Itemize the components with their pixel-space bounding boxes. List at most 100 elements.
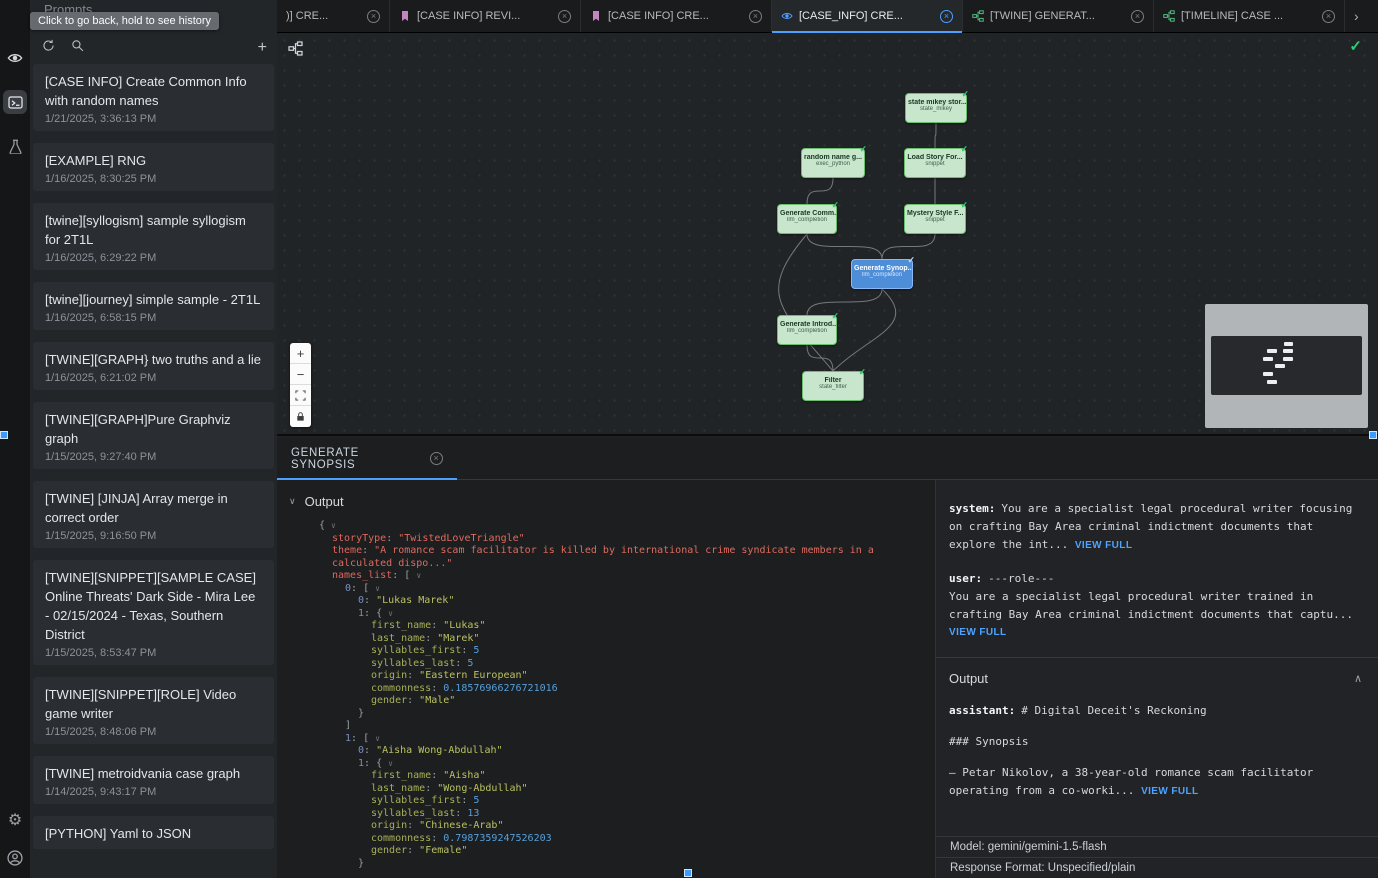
prompt-list-item[interactable]: [EXAMPLE] RNG1/16/2025, 8:30:25 PM [33,143,274,191]
output-section-header[interactable]: ∨ Output [289,494,935,509]
view-full-link[interactable]: VIEW FULL [1141,786,1198,797]
node-title: Filter [803,377,863,384]
prompt-list-item[interactable]: [CASE INFO] Create Common Info with rand… [33,64,274,131]
tab-close-icon[interactable]: × [367,10,380,23]
collapse-toggle-icon[interactable]: ∨ [331,521,336,530]
json-tree: { ∨storyType: "TwistedLoveTriangle"theme… [289,520,935,870]
json-token: { [376,608,388,619]
node-filter[interactable]: Filterstate_filter✓ [802,371,864,401]
eye-icon [7,50,23,66]
edge-generate_synopsis-to-generate_introduction [807,289,882,315]
flag-icon [590,10,602,22]
collapse-toggle-icon[interactable]: ∨ [388,759,393,768]
node-load_story[interactable]: Load Story For...snippet✓ [904,148,966,178]
node-random_name[interactable]: random name g...exec_python✓ [801,148,865,178]
fit-view-button[interactable] [290,385,311,406]
tab-close-icon[interactable]: × [1131,10,1144,23]
beaker-icon[interactable] [3,134,27,158]
json-line: ] [319,720,917,733]
view-full-link[interactable]: VIEW FULL [949,624,1362,642]
node-subtitle: llm_completion [778,328,836,334]
lock-toggle-button[interactable] [290,406,311,427]
splitter-handle-left[interactable] [0,431,8,439]
collapse-toggle-icon[interactable]: ∨ [375,584,380,593]
prompt-list-item[interactable]: [TWINE][SNIPPET][ROLE] Video game writer… [33,677,274,744]
node-state_mikey[interactable]: state mikey stor...state_mikey✓ [905,93,967,123]
prompt-list-item[interactable]: [TWINE] metroidvania case graph1/14/2025… [33,756,274,804]
zoom-out-button[interactable]: − [290,364,311,385]
prompt-list-item[interactable]: [twine][syllogism] sample syllogism for … [33,203,274,270]
node-status-check-icon: ✓ [831,200,839,211]
tab-close-icon[interactable]: × [1322,10,1335,23]
json-token: 5 [473,645,479,656]
tab-close-icon[interactable]: × [940,10,953,23]
json-line: first_name: "Lukas" [319,620,917,633]
prompt-list-item[interactable]: [TWINE][SNIPPET][SAMPLE CASE] Online Thr… [33,560,274,665]
prompt-title: [TWINE] [JINJA] Array merge in correct o… [45,489,262,527]
view-full-link[interactable]: VIEW FULL [1075,540,1132,551]
refresh-icon[interactable] [42,39,55,57]
account-avatar-icon[interactable] [3,846,27,870]
close-icon[interactable]: × [430,452,443,465]
tab-generate-synopsis[interactable]: GENERATE SYNOPSIS × [277,438,457,479]
tab-close-icon[interactable]: × [749,10,762,23]
eye-icon[interactable] [3,46,27,70]
json-line: } [319,858,917,871]
json-output-pane: ∨ Output { ∨storyType: "TwistedLoveTrian… [277,480,935,878]
editor-tab-1[interactable]: )] CRE...× [277,0,390,32]
editor-tab-6[interactable]: [TIMELINE] CASE ...× [1154,0,1345,32]
node-status-check-icon: ✓ [831,311,839,322]
prompts-panel-icon[interactable] [3,90,27,114]
splitter-handle-right[interactable] [1369,431,1377,439]
prompt-list-item[interactable]: [twine][journey] simple sample - 2T1L1/1… [33,282,274,330]
json-line: gender: "Female" [319,845,917,858]
settings-gear-icon[interactable]: ⚙ [3,808,27,832]
json-token: : [455,808,467,819]
minimap[interactable] [1205,304,1368,428]
search-icon[interactable] [71,39,84,57]
prompt-list-item[interactable]: [TWINE][GRAPH} two truths and a lie1/16/… [33,342,274,390]
json-token: [ [363,733,375,744]
json-line: commonness: 0.7987359247526203 [319,833,917,846]
json-token: : [351,583,363,594]
json-token: "A romance scam facilitator is killed by… [332,545,880,569]
workflow-layout-icon[interactable] [288,41,303,61]
tab-label: [CASE INFO] CRE... [608,10,743,22]
prompt-list-item[interactable]: [TWINE][GRAPH]Pure Graphviz graph1/15/20… [33,402,274,469]
add-prompt-button[interactable]: + [258,40,267,56]
editor-tab-3[interactable]: [CASE INFO] CRE... × [581,0,772,32]
tab-close-icon[interactable]: × [558,10,571,23]
response-format-info: Response Format: Unspecified/plain [936,857,1378,878]
node-status-check-icon: ✓ [960,200,968,211]
node-status-check-icon: ✓ [960,144,968,155]
node-generate_synopsis[interactable]: Generate Synop...llm_completion✓ [851,259,913,289]
editor-tab-2[interactable]: [CASE INFO] REVI...× [390,0,581,32]
generation-meta: Model: gemini/gemini-1.5-flash Response … [936,836,1378,878]
node-mystery_style[interactable]: Mystery Style F...snippet✓ [904,204,966,234]
zoom-in-button[interactable]: + [290,343,311,364]
editor-tab-5[interactable]: [TWINE] GENERAT...× [963,0,1154,32]
json-token: : [407,670,419,681]
collapse-toggle-icon[interactable]: ∨ [375,734,380,743]
assistant-output-header[interactable]: Output ∧ [949,670,1362,688]
json-token: gender [371,845,407,856]
node-generate_introduction[interactable]: Generate Introd...llm_completion✓ [777,315,837,345]
graph-canvas[interactable]: state mikey stor...state_mikey✓random na… [277,33,1378,436]
json-token: { [376,758,388,769]
collapse-toggle-icon[interactable]: ∨ [416,571,421,580]
prompt-list-item[interactable]: [PYTHON] Yaml to JSON [33,816,274,849]
tabs-overflow-chevron-icon[interactable]: › [1345,0,1368,32]
node-generate_common[interactable]: Generate Comm...llm_completion✓ [777,204,837,234]
chevron-up-icon[interactable]: ∧ [1354,670,1362,688]
splitter-handle-bottom[interactable] [684,869,692,877]
search-icon [71,39,84,52]
json-token: : [351,733,363,744]
run-complete-check-icon: ✓ [1349,37,1362,55]
chevron-down-icon[interactable]: ∨ [289,496,296,507]
editor-tab-4[interactable]: [CASE_INFO] CRE...× [772,0,963,32]
output-body: ∨ Output { ∨storyType: "TwistedLoveTrian… [277,480,1378,878]
collapse-toggle-icon[interactable]: ∨ [388,609,393,618]
json-token: commonness [371,683,431,694]
prompt-list-item[interactable]: [TWINE] [JINJA] Array merge in correct o… [33,481,274,548]
eye-icon [781,10,793,22]
